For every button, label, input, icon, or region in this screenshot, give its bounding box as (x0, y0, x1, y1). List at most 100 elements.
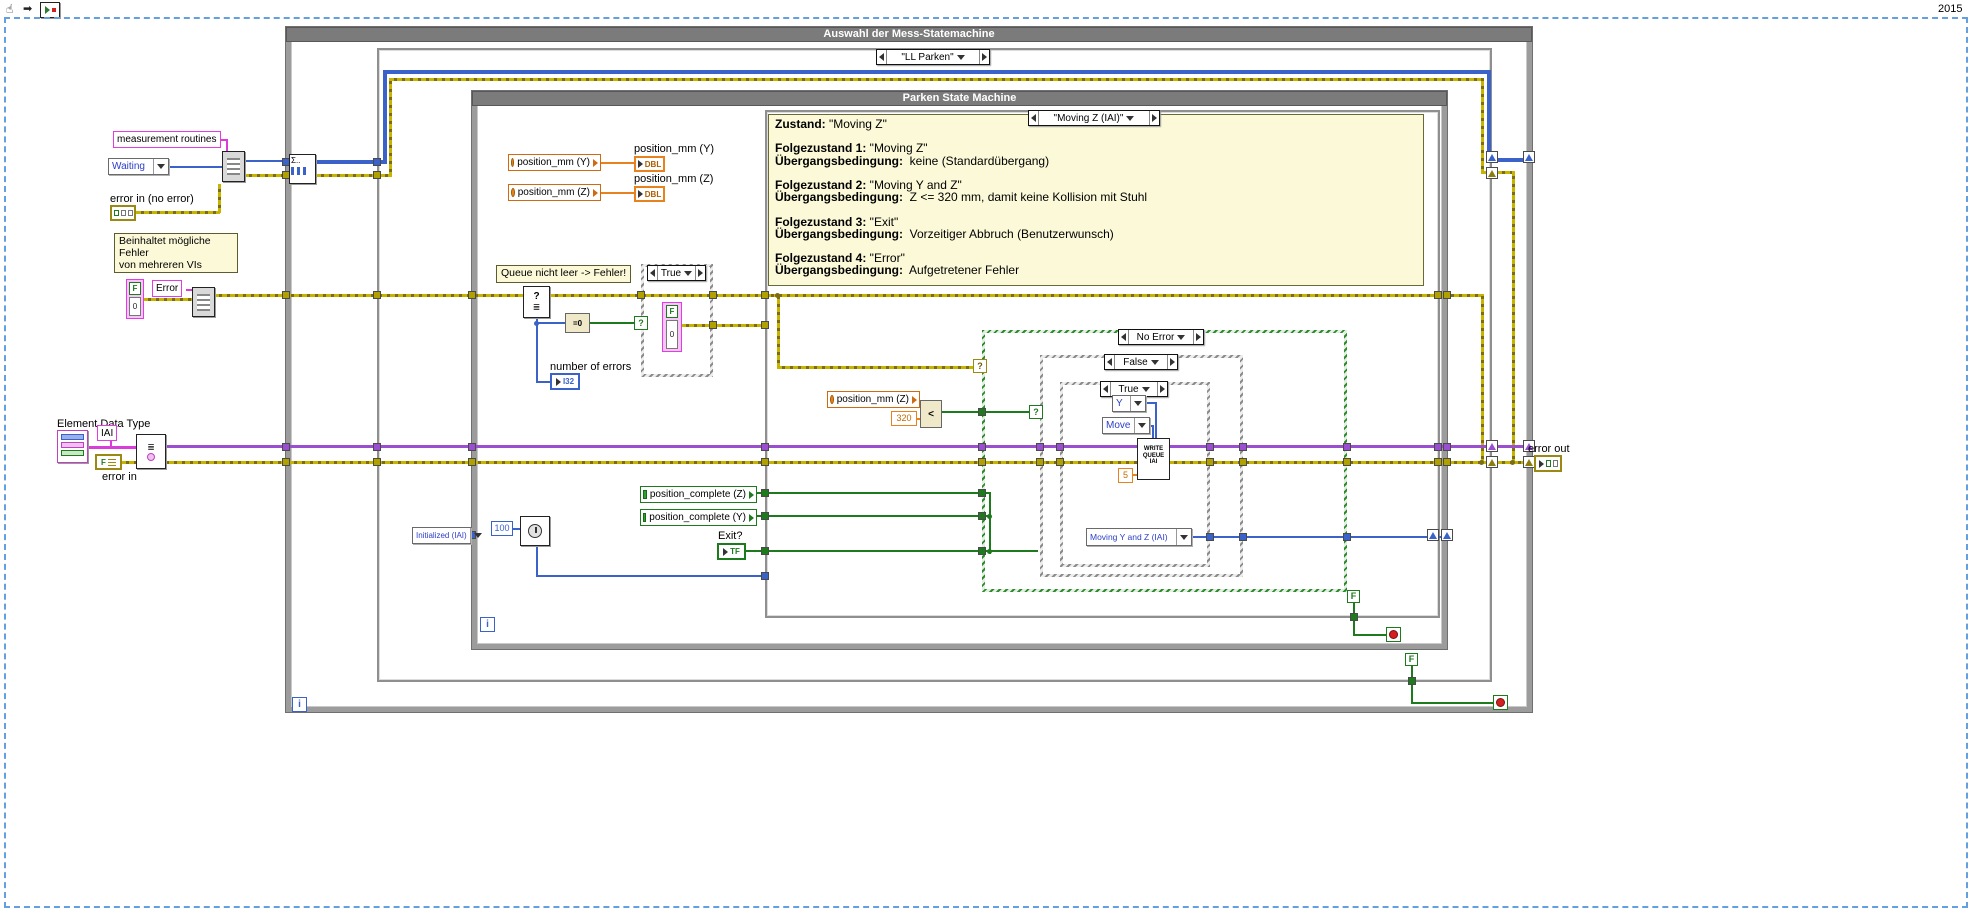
tunnel (373, 291, 381, 299)
case-next-arrow[interactable] (1194, 333, 1203, 341)
error-cluster-constant-replace[interactable]: F0 (662, 302, 682, 352)
tf-terminal-exit[interactable]: TF (717, 543, 746, 560)
case-selector-no-error[interactable]: No Error (1118, 329, 1204, 345)
while-loop-inner-title: Parken State Machine (472, 91, 1447, 106)
queue-refnum-wire (165, 445, 1530, 448)
chevron-down-icon[interactable] (1177, 334, 1186, 340)
position-mm-z-label: position_mm (Z) (634, 173, 714, 185)
error-out-label: error out (1528, 443, 1570, 455)
indicator-arrow-icon (637, 190, 643, 198)
chevron-down-icon[interactable] (1176, 529, 1188, 545)
case-next-arrow[interactable] (696, 269, 705, 277)
string-constant-measurement-routines[interactable]: measurement routines (113, 131, 221, 148)
false-constant-inner[interactable]: F (1347, 590, 1360, 603)
tunnel (1239, 533, 1247, 541)
refnum-dot-icon (147, 453, 155, 461)
variable-icon (511, 158, 515, 167)
chevron-down-icon[interactable] (1126, 115, 1135, 121)
write-queue-subvi[interactable]: WRITE QUEUE IAI (1137, 438, 1170, 480)
dbl-indicator-position-mm-z[interactable]: DBL (634, 186, 665, 202)
output-tunnel (1486, 151, 1498, 163)
loop-condition-terminal-outer[interactable] (1493, 695, 1508, 710)
chevron-down-icon[interactable] (684, 270, 693, 276)
case-prev-arrow[interactable] (1029, 114, 1038, 122)
case-selector-queue-check[interactable]: True (647, 265, 706, 281)
error-wire (777, 366, 976, 369)
case-next-arrow[interactable] (980, 53, 989, 61)
output-tunnel (1427, 529, 1439, 541)
enum-waiting[interactable]: Waiting (108, 158, 169, 175)
tunnel (978, 512, 986, 520)
subvi-enqueue-node[interactable]: Σ.. (289, 154, 316, 184)
labview-block-diagram: ☝ ➡ 2015 Auswahl der Mess-Statemachine P… (0, 0, 1973, 913)
error-wire (1512, 171, 1515, 464)
error-cluster-constant[interactable]: F0 (126, 279, 144, 319)
chevron-down-icon[interactable] (1130, 396, 1142, 411)
case-next-arrow[interactable] (1168, 358, 1177, 366)
case-selector-terminal-error: ? (973, 359, 987, 373)
numeric-constant-5[interactable]: 5 (1118, 468, 1133, 483)
run-vi-icon[interactable] (40, 2, 60, 18)
chevron-down-icon[interactable] (153, 159, 165, 174)
chevron-down-icon[interactable] (469, 528, 482, 543)
queue-name-constant-iai[interactable]: IAI (97, 425, 118, 441)
string-constant-error[interactable]: Error (152, 280, 183, 297)
chevron-down-icon[interactable] (956, 54, 965, 60)
chevron-down-icon[interactable] (1150, 359, 1159, 365)
queue-status-node[interactable]: ? ≣ (523, 286, 550, 318)
local-var-position-complete-z[interactable]: position_complete (Z) (640, 486, 757, 503)
error-in-constant[interactable]: F (95, 454, 122, 470)
local-var-position-mm-z-2[interactable]: position_mm (Z) (827, 391, 920, 408)
enum-moving-y-and-z[interactable]: Moving Y and Z (IAI) (1086, 528, 1192, 546)
local-var-position-mm-y[interactable]: position_mm (Y) (508, 154, 601, 171)
case-selector-label: True (660, 267, 682, 279)
case-prev-arrow[interactable] (1119, 333, 1128, 341)
enum-initialized-iai[interactable]: Initialized (IAI) (412, 527, 482, 544)
wire (941, 411, 1034, 413)
nav-arrow-icon[interactable]: ➡ (23, 2, 32, 15)
error-wire (143, 298, 192, 301)
numeric-constant-320[interactable]: 320 (891, 411, 917, 426)
less-label: < (928, 408, 934, 420)
case-selector-state[interactable]: "Moving Z (IAI)" (1028, 110, 1160, 126)
enum-move[interactable]: Move (1102, 417, 1150, 434)
tunnel (1434, 458, 1442, 466)
case-selector-label: "Moving Z (IAI)" (1053, 112, 1124, 124)
loop-condition-terminal-inner[interactable] (1386, 627, 1401, 642)
case-prev-arrow[interactable] (1101, 385, 1110, 393)
tunnel (1443, 443, 1451, 451)
case-selector-main[interactable]: "LL Parken" (876, 49, 990, 65)
bundle-node[interactable] (222, 151, 245, 182)
case-prev-arrow[interactable] (1105, 358, 1114, 366)
iteration-terminal-inner[interactable]: i (480, 617, 495, 632)
hand-tool-icon[interactable]: ☝ (6, 2, 13, 16)
false-constant-outer[interactable]: F (1405, 653, 1418, 666)
output-tunnel (1486, 456, 1498, 468)
numeric-constant-100[interactable]: 100 (491, 521, 513, 536)
local-var-position-complete-y[interactable]: position_complete (Y) (640, 509, 757, 526)
obtain-queue-node[interactable]: ≣ (136, 434, 166, 469)
wait-ms-multiple-node[interactable] (520, 516, 550, 546)
tunnel (282, 458, 290, 466)
tunnel (1036, 458, 1044, 466)
chevron-down-icon[interactable] (1134, 418, 1146, 433)
error-out-indicator[interactable] (1534, 455, 1562, 472)
i32-indicator-number-of-errors[interactable]: I32 (550, 373, 580, 390)
case-selector-false[interactable]: False (1104, 354, 1178, 370)
wire (1411, 702, 1498, 704)
case-prev-arrow[interactable] (648, 269, 657, 277)
merge-errors-node[interactable] (192, 287, 215, 317)
chevron-down-icon[interactable] (1141, 386, 1150, 392)
equal-to-zero-node[interactable]: =0 (565, 313, 590, 333)
error-in-cluster-terminal[interactable] (110, 205, 136, 221)
enum-y[interactable]: Y (1112, 395, 1146, 412)
local-var-position-mm-z[interactable]: position_mm (Z) (508, 184, 601, 201)
queue-element-type-constant[interactable] (57, 430, 88, 463)
case-next-arrow[interactable] (1150, 114, 1159, 122)
dbl-indicator-position-mm-y[interactable]: DBL (634, 156, 665, 172)
case-prev-arrow[interactable] (877, 53, 886, 61)
case-next-arrow[interactable] (1158, 385, 1167, 393)
variable-icon (643, 490, 647, 499)
iteration-terminal-outer[interactable]: i (292, 697, 307, 712)
less-than-node[interactable]: < (920, 400, 942, 428)
